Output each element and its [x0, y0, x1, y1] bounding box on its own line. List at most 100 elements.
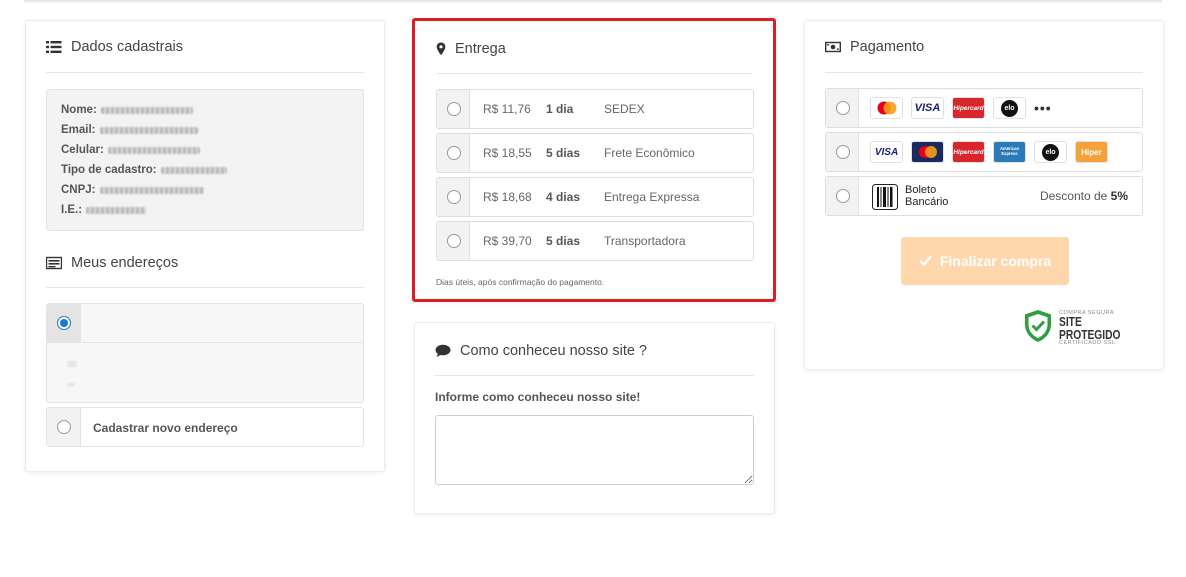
divider: [435, 375, 754, 376]
divider: [46, 287, 364, 288]
shipping-radio-cell: [437, 90, 470, 128]
payment-option-debit-card[interactable]: VISA Hipercard American Express elo Hipe…: [825, 132, 1143, 172]
payment-radio-cell: [826, 177, 859, 215]
shipping-days: 4 dias: [546, 190, 581, 204]
redacted-value: [67, 361, 77, 367]
como-conheceu-panel: Como conheceu nosso site ? Informe como …: [414, 322, 775, 514]
check-icon: [919, 253, 932, 269]
shield-check-icon: [1023, 309, 1053, 348]
shipping-days: 5 dias: [546, 234, 581, 248]
shipping-option-economico[interactable]: R$ 18,55 5 dias Frete Econômico: [436, 133, 754, 173]
shipping-radio[interactable]: [447, 146, 461, 160]
money-bill-icon: [824, 40, 842, 54]
shipping-name: Entrega Expressa: [604, 190, 700, 204]
hipercard-icon: Hipercard: [952, 97, 985, 119]
shipping-price: R$ 39,70: [483, 234, 532, 248]
info-row-nome: Nome:: [61, 100, 349, 120]
payment-option-boleto[interactable]: Boleto Bancário Desconto de 5%: [825, 176, 1143, 216]
divider: [436, 73, 752, 74]
finalizar-compra-button[interactable]: Finalizar compra: [901, 237, 1069, 285]
payment-option-credit-card[interactable]: VISA Hipercard elo •••: [825, 88, 1143, 128]
entrega-title: Entrega: [455, 41, 506, 57]
shipping-radio-cell: [437, 178, 470, 216]
redacted-value: [99, 126, 198, 134]
payment-radio-cell: [826, 89, 859, 127]
shipping-option-sedex[interactable]: R$ 11,76 1 dia SEDEX: [436, 89, 754, 129]
shipping-radio-cell: [437, 134, 470, 172]
top-shadow-line: [24, 0, 1162, 4]
list-icon: [46, 40, 62, 54]
redacted-value: [67, 383, 75, 387]
mastercard-icon: [870, 97, 903, 119]
shipping-name: SEDEX: [604, 102, 645, 116]
payment-radio[interactable]: [836, 189, 850, 203]
redacted-value: [160, 166, 227, 174]
boleto-label: Boleto Bancário: [905, 184, 949, 208]
info-row-ie: I.E.:: [61, 200, 349, 220]
shipping-option-expressa[interactable]: R$ 18,68 4 dias Entrega Expressa: [436, 177, 754, 217]
mastercard-icon: [911, 141, 944, 163]
dados-cadastrais-header: Dados cadastrais: [46, 39, 183, 55]
info-row-celular: Celular:: [61, 140, 349, 160]
elo-icon: elo: [993, 97, 1026, 119]
shipping-days: 1 dia: [546, 102, 574, 116]
address-radio-cell: [47, 304, 81, 342]
shipping-name: Frete Econômico: [604, 146, 695, 160]
elo-icon: elo: [1034, 141, 1067, 163]
dados-cadastrais-title: Dados cadastrais: [71, 39, 184, 55]
hiper-icon: Hiper: [1075, 141, 1108, 163]
info-row-email: Email:: [61, 120, 349, 140]
shipping-radio[interactable]: [447, 234, 461, 248]
entrega-panel-highlighted: Entrega R$ 11,76 1 dia SEDEX R$ 18,55 5 …: [412, 18, 776, 302]
payment-radio[interactable]: [836, 101, 850, 115]
dados-cadastrais-panel: Dados cadastrais Nome: Email: Celular: T…: [25, 20, 385, 472]
como-conheceu-label: Informe como conheceu nosso site!: [435, 390, 641, 404]
meus-enderecos-title: Meus endereços: [71, 255, 179, 271]
finalizar-compra-label: Finalizar compra: [939, 253, 1052, 269]
new-address-option[interactable]: Cadastrar novo endereço: [46, 407, 364, 447]
payment-radio[interactable]: [836, 145, 850, 159]
seal-text: COMPRA SEGURA SITE PROTEGIDO CERTIFICADO…: [1059, 309, 1121, 346]
map-marker-icon: [436, 42, 446, 56]
info-row-cnpj: CNPJ:: [61, 180, 349, 200]
boleto-discount: Desconto de 5%: [1039, 189, 1128, 203]
saved-address-option[interactable]: [46, 303, 364, 403]
divider: [46, 72, 364, 73]
card-brands-row: VISA Hipercard elo •••: [870, 97, 1052, 119]
shipping-option-transportadora[interactable]: R$ 39,70 5 dias Transportadora: [436, 221, 754, 261]
card-brands-row: VISA Hipercard American Express elo Hipe…: [870, 141, 1108, 163]
address-radio-selected[interactable]: [57, 316, 71, 330]
barcode-icon: [872, 184, 898, 215]
shipping-name: Transportadora: [604, 234, 686, 248]
hipercard-icon: Hipercard: [952, 141, 985, 163]
info-row-tipo: Tipo de cadastro:: [61, 160, 349, 180]
customer-info-box: Nome: Email: Celular: Tipo de cadastro: …: [46, 89, 364, 231]
como-conheceu-title: Como conheceu nosso site ?: [460, 343, 647, 359]
como-conheceu-header: Como conheceu nosso site ?: [435, 343, 647, 359]
shipping-note: Dias úteis, após confirmação do pagament…: [436, 277, 605, 287]
address-details-redacted: [47, 342, 363, 404]
visa-icon: VISA: [870, 141, 903, 163]
redacted-value: [107, 146, 200, 154]
redacted-value: [100, 106, 193, 114]
site-protegido-seal: COMPRA SEGURA SITE PROTEGIDO CERTIFICADO…: [1023, 309, 1163, 348]
pagamento-title: Pagamento: [850, 39, 925, 55]
como-conheceu-textarea[interactable]: [435, 415, 754, 485]
shipping-radio-cell: [437, 222, 470, 260]
visa-icon: VISA: [911, 97, 944, 119]
shipping-price: R$ 18,68: [483, 190, 532, 204]
shipping-price: R$ 18,55: [483, 146, 532, 160]
entrega-header: Entrega: [436, 41, 506, 57]
pagamento-header: Pagamento: [824, 39, 925, 55]
new-address-label: Cadastrar novo endereço: [93, 421, 238, 435]
pagamento-panel: Pagamento VISA Hipercard elo ••• VISA Hi…: [804, 20, 1164, 370]
payment-radio-cell: [826, 133, 859, 171]
american-express-icon: American Express: [993, 141, 1026, 163]
address-card-icon: [45, 256, 63, 270]
redacted-value: [99, 186, 204, 194]
shipping-radio[interactable]: [447, 102, 461, 116]
new-address-radio[interactable]: [57, 420, 71, 434]
redacted-value: [86, 206, 147, 214]
shipping-radio[interactable]: [447, 190, 461, 204]
divider: [825, 72, 1143, 73]
